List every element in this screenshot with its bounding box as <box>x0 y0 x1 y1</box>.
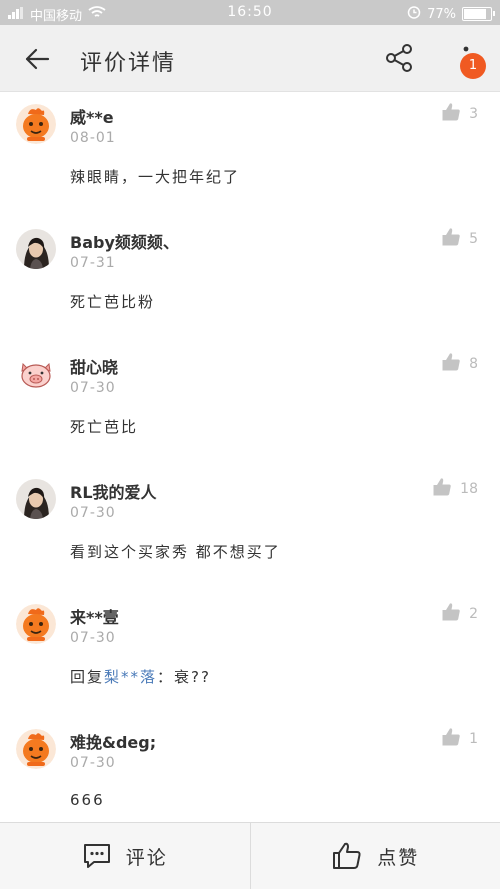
thumbs-up-icon <box>432 477 452 501</box>
comment-content: 辣眼睛，一大把年纪了 <box>70 168 241 186</box>
comment-username[interactable]: 威**e <box>70 104 114 128</box>
like-button[interactable]: 点赞 <box>251 823 500 889</box>
share-button[interactable] <box>382 41 416 75</box>
like-count: 5 <box>469 231 478 247</box>
comment-list: 威**e 08-01 辣眼睛，一大把年纪了 3 Baby颏颏颏、 07-31 死亡芭比粉 5 甜… <box>0 92 500 822</box>
thumbs-up-icon <box>442 728 460 746</box>
thumbs-up-icon <box>441 602 461 626</box>
comment-icon <box>83 844 110 868</box>
like-count: 8 <box>469 356 478 372</box>
share-icon <box>386 44 412 72</box>
comment-username[interactable]: Baby颏颏颏、 <box>70 229 179 253</box>
comment-username[interactable]: RL我的爱人 <box>70 479 157 503</box>
mascot-avatar[interactable] <box>16 104 56 144</box>
thumbs-up-icon <box>333 842 361 869</box>
comment-username[interactable]: 甜心晓 <box>70 354 118 378</box>
comment-date: 07-30 <box>70 755 116 771</box>
thumbs-up-icon <box>442 353 460 371</box>
like-label: 点赞 <box>377 846 420 869</box>
battery-fill <box>464 9 486 19</box>
thumbs-up-icon <box>442 228 460 246</box>
comment-date: 07-30 <box>70 505 116 521</box>
app-header: 评价详情 1 <box>0 25 500 92</box>
notification-badge: 1 <box>460 53 486 79</box>
arrow-left-icon <box>25 48 50 70</box>
bottom-action-bar: 评论 点赞 <box>0 822 500 889</box>
comment-item: 甜心晓 07-30 死亡芭比 8 <box>0 342 500 467</box>
mascot-avatar[interactable] <box>16 604 56 644</box>
like-count: 1 <box>469 731 478 747</box>
status-bar: 中国移动 16:50 77% <box>0 0 500 25</box>
photo-avatar[interactable] <box>16 229 56 269</box>
comment-date: 07-30 <box>70 630 116 646</box>
comment-like-button[interactable]: 8 <box>441 352 478 376</box>
reply-text: ：衰?? <box>157 668 211 686</box>
like-count: 3 <box>469 106 478 122</box>
back-button[interactable] <box>22 43 54 75</box>
comment-username[interactable]: 难挽&deg; <box>70 729 156 753</box>
page-title: 评价详情 <box>80 51 177 76</box>
comment-content: 看到这个买家秀 都不想买了 <box>70 543 281 561</box>
comment-item: RL我的爱人 07-30 看到这个买家秀 都不想买了 18 <box>0 467 500 592</box>
like-count: 18 <box>460 481 478 497</box>
comment-item: Baby颏颏颏、 07-31 死亡芭比粉 5 <box>0 217 500 342</box>
pig-avatar[interactable] <box>16 354 56 394</box>
thumbs-up-icon <box>442 103 460 121</box>
battery-percent: 77% <box>427 6 456 22</box>
thumbs-up-icon <box>433 478 451 496</box>
comment-date: 07-31 <box>70 255 116 271</box>
thumbs-up-icon <box>441 227 461 251</box>
mascot-avatar[interactable] <box>16 729 56 769</box>
comment-label: 评论 <box>125 846 168 869</box>
comment-like-button[interactable]: 5 <box>441 227 478 251</box>
comment-date: 08-01 <box>70 130 116 146</box>
reply-mention-link[interactable]: 梨**落 <box>104 668 157 686</box>
battery-icon <box>462 7 495 21</box>
thumbs-up-icon <box>442 603 460 621</box>
comment-like-button[interactable]: 3 <box>441 102 478 126</box>
thumbs-up-icon <box>441 352 461 376</box>
comment-date: 07-30 <box>70 380 116 396</box>
comment-content: 666 <box>70 791 105 809</box>
alarm-icon <box>407 5 421 23</box>
comment-item: 难挽&deg; 07-30 666 1 <box>0 717 500 822</box>
comment-item: 来**壹 07-30 回复梨**落：衰?? 2 <box>0 592 500 717</box>
comment-item: 威**e 08-01 辣眼睛，一大把年纪了 3 <box>0 92 500 217</box>
comment-like-button[interactable]: 18 <box>432 477 478 501</box>
comment-button[interactable]: 评论 <box>0 823 250 889</box>
comment-username[interactable]: 来**壹 <box>70 604 119 628</box>
photo-avatar[interactable] <box>16 479 56 519</box>
comment-content: 回复梨**落：衰?? <box>70 666 211 687</box>
status-bar-right: 77% <box>407 5 495 23</box>
reply-prefix: 回复 <box>70 668 105 686</box>
like-count: 2 <box>469 606 478 622</box>
comment-content: 死亡芭比粉 <box>70 293 156 311</box>
comment-like-button[interactable]: 2 <box>441 602 478 626</box>
thumbs-up-icon <box>441 102 461 126</box>
thumbs-up-icon <box>441 727 461 751</box>
comment-content: 死亡芭比 <box>70 418 139 436</box>
comment-like-button[interactable]: 1 <box>441 727 478 751</box>
